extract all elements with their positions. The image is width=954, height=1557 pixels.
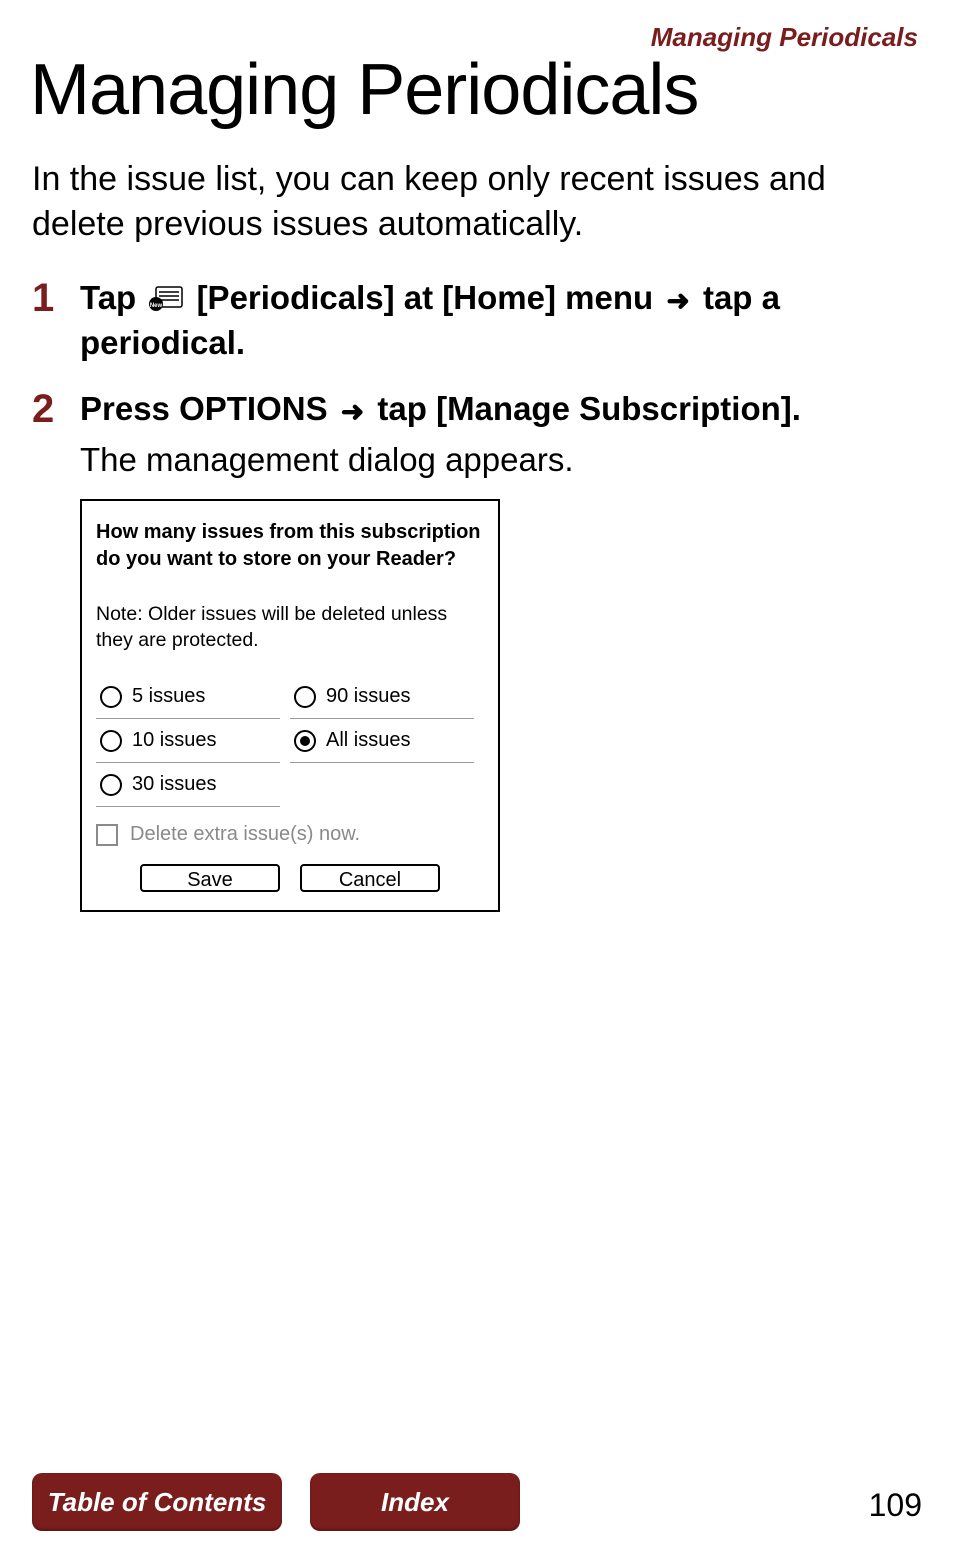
step-1-text-mid1: [Periodicals] at [Home] menu xyxy=(197,279,663,316)
manage-subscription-dialog: How many issues from this subscription d… xyxy=(80,499,500,913)
dialog-note: Note: Older issues will be deleted unles… xyxy=(96,601,484,654)
header-section-label: Managing Periodicals xyxy=(32,22,918,53)
step-2-instruction: Press OPTIONS ➜ tap [Manage Subscription… xyxy=(80,387,922,432)
step-1-text-pre: Tap xyxy=(80,279,145,316)
intro-text: In the issue list, you can keep only rec… xyxy=(32,157,922,249)
issue-count-options: 5 issues 90 issues 10 issues All issues xyxy=(96,675,484,807)
page-title: Managing Periodicals xyxy=(30,53,922,129)
radio-label: All issues xyxy=(326,729,410,752)
radio-label: 5 issues xyxy=(132,685,205,708)
newspaper-icon: New xyxy=(149,286,183,312)
radio-label: 30 issues xyxy=(132,773,217,796)
step-1-instruction: Tap New [Periodicals] at [Home] menu ➜ xyxy=(80,276,922,365)
svg-text:New: New xyxy=(150,303,163,309)
radio-icon xyxy=(100,730,122,752)
radio-10-issues[interactable]: 10 issues xyxy=(96,719,280,763)
step-2-text-mid1: tap [Manage Subscription]. xyxy=(377,390,801,427)
radio-label: 90 issues xyxy=(326,685,411,708)
radio-icon xyxy=(100,686,122,708)
radio-all-issues[interactable]: All issues xyxy=(290,719,474,763)
step-2-text-pre: Press OPTIONS xyxy=(80,390,337,427)
radio-label: 10 issues xyxy=(132,729,217,752)
page-number: 109 xyxy=(869,1487,922,1524)
cancel-button[interactable]: Cancel xyxy=(300,864,440,892)
step-number: 1 xyxy=(32,278,80,318)
radio-icon xyxy=(100,774,122,796)
save-button[interactable]: Save xyxy=(140,864,280,892)
checkbox-icon xyxy=(96,824,118,846)
checkbox-label: Delete extra issue(s) now. xyxy=(130,823,360,846)
page-footer: Table of Contents Index 109 xyxy=(32,1473,922,1531)
index-button[interactable]: Index xyxy=(310,1473,520,1531)
radio-icon xyxy=(294,730,316,752)
radio-90-issues[interactable]: 90 issues xyxy=(290,675,474,719)
arrow-right-icon: ➜ xyxy=(666,282,689,320)
radio-30-issues[interactable]: 30 issues xyxy=(96,763,280,807)
step-number: 2 xyxy=(32,389,80,429)
dialog-question: How many issues from this subscription d… xyxy=(96,519,484,573)
step-2-subtext: The management dialog appears. xyxy=(80,438,922,483)
step-2: 2 Press OPTIONS ➜ tap [Manage Subscripti… xyxy=(32,387,922,912)
delete-now-checkbox[interactable]: Delete extra issue(s) now. xyxy=(96,823,484,846)
step-1: 1 Tap New [Periodicals] a xyxy=(32,276,922,365)
radio-icon xyxy=(294,686,316,708)
arrow-right-icon: ➜ xyxy=(341,393,364,431)
table-of-contents-button[interactable]: Table of Contents xyxy=(32,1473,282,1531)
radio-5-issues[interactable]: 5 issues xyxy=(96,675,280,719)
